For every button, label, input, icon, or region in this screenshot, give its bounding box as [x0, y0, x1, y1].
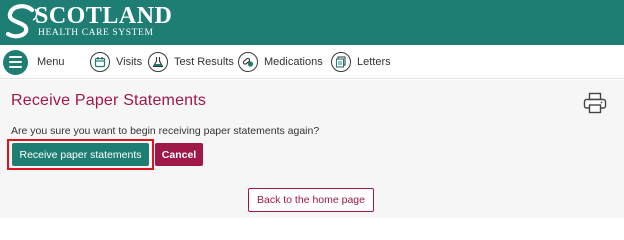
flask-icon — [148, 52, 168, 72]
pills-icon — [238, 52, 258, 72]
letters-icon — [331, 52, 351, 72]
nav-menu-label: Menu — [37, 56, 65, 68]
print-button[interactable] — [583, 92, 607, 114]
brand-subtitle: HEALTH CARE SYSTEM — [38, 28, 154, 38]
page-title: Receive Paper Statements — [11, 92, 207, 109]
receive-paper-statements-button[interactable]: Receive paper statements — [12, 143, 149, 166]
main-content: Receive Paper Statements Are you sure yo… — [0, 80, 624, 218]
cancel-button[interactable]: Cancel — [155, 143, 203, 166]
confirmation-prompt: Are you sure you want to begin receiving… — [11, 125, 320, 137]
brand-name: SCOTLAND — [35, 3, 173, 29]
nav-item-medications[interactable]: Medications — [238, 50, 323, 74]
nav-item-test-results-label: Test Results — [174, 56, 234, 68]
hamburger-icon — [3, 49, 28, 75]
scotland-logo[interactable]: SCOTLAND HEALTH CARE SYSTEM — [2, 3, 192, 42]
nav-menu-button[interactable]: Menu — [3, 49, 65, 75]
nav-item-letters[interactable]: Letters — [331, 50, 391, 74]
nav-item-visits-label: Visits — [116, 56, 143, 68]
nav-item-visits[interactable]: Visits — [90, 50, 142, 74]
nav-item-letters-label: Letters — [357, 56, 391, 68]
printer-icon — [583, 92, 607, 114]
nav-item-test-results[interactable]: Test Results — [148, 50, 234, 74]
app-header: SCOTLAND HEALTH CARE SYSTEM — [0, 0, 624, 45]
calendar-icon — [90, 52, 110, 72]
back-to-home-button[interactable]: Back to the home page — [248, 188, 374, 212]
top-navigation: Menu Visits Test Results Medications Let… — [0, 45, 624, 79]
nav-item-medications-label: Medications — [264, 56, 323, 68]
